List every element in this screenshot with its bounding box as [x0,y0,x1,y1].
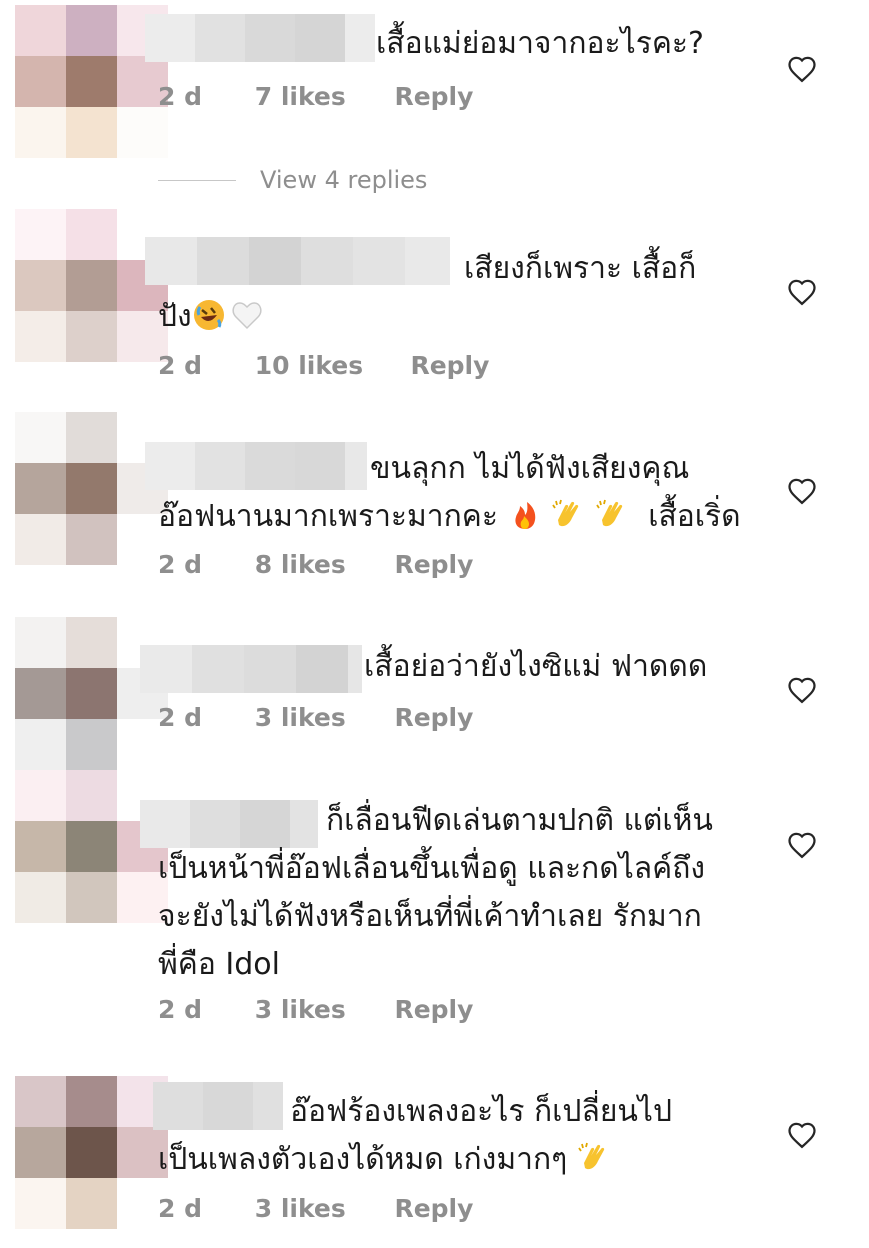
like-count[interactable]: 10 likes [255,351,402,380]
comment-text-line: อ๊อฟนานมากเพราะมากคะ [158,499,498,534]
white-heart-emoji [232,302,262,330]
reply-button[interactable]: Reply [394,995,473,1024]
comment-meta: 2 d 7 likes Reply [158,82,473,111]
comment-meta: 2 d 3 likes Reply [158,995,473,1024]
avatar[interactable] [15,617,168,770]
heart-outline-icon[interactable] [787,477,817,505]
comment-text-line: พี่คือ Idol [158,947,280,982]
reply-button[interactable]: Reply [394,550,473,579]
username-redacted[interactable] [140,645,362,693]
view-replies-label[interactable]: View 4 replies [260,166,427,194]
reply-button[interactable]: Reply [394,1194,473,1223]
heart-outline-icon[interactable] [787,676,817,704]
comment-text-line: ปัง [158,299,192,334]
comment-text-line: ก็เลื่อนฟีดเล่นตามปกติ แต่เห็น [326,803,713,838]
comment-text-line: ขนลุกก ไม่ได้ฟังเสียงคุณ [370,451,690,486]
like-count[interactable]: 8 likes [255,550,386,579]
comment-text-line: เป็นหน้าพี่อ๊อฟเลื่อนขึ้นเพื่อดู และกดไล… [158,851,706,886]
avatar[interactable] [15,209,168,362]
heart-outline-icon[interactable] [787,1121,817,1149]
like-count[interactable]: 7 likes [255,82,386,111]
comment-text-line: จะยังไม่ได้ฟังหรือเห็นที่พี่เค้าทำเลย รั… [158,899,702,934]
comment-text-line: อ๊อฟร้องเพลงอะไร ก็เปลี่ยนไป [290,1094,673,1129]
comment-age: 2 d [158,550,202,579]
reply-button[interactable]: Reply [394,703,473,732]
heart-outline-icon[interactable] [787,55,817,83]
comment-text: ก็เลื่อนฟีดเล่นตามปกติ แต่เห็น เป็นหน้าพ… [158,797,798,989]
comment-meta: 2 d 3 likes Reply [158,703,473,732]
comment-age: 2 d [158,351,202,380]
comment-meta: 2 d 3 likes Reply [158,1194,473,1223]
fire-emoji [514,502,535,529]
like-count[interactable]: 3 likes [255,1194,386,1223]
comment-age: 2 d [158,1194,202,1223]
clapping-hands-emoji [595,499,622,527]
divider [158,179,236,181]
comment-text: เสียงก็เพราะ เสื้อก็ ปัง [158,245,758,341]
comment-text-line: เสื้อย่อว่ายังไงซิแม่ ฟาดดด [364,649,708,684]
comment-age: 2 d [158,82,202,111]
comment-text: อ๊อฟร้องเพลงอะไร ก็เปลี่ยนไป เป็นเพลงตัว… [158,1088,778,1184]
like-count[interactable]: 3 likes [255,703,386,732]
comment-text-line: เสียงก็เพราะ เสื้อก็ [464,251,697,286]
comment-text: ขนลุกก ไม่ได้ฟังเสียงคุณ อ๊อฟนานมากเพราะ… [158,445,778,541]
reply-button[interactable]: Reply [410,351,489,380]
comment-meta: 2 d 8 likes Reply [158,550,473,579]
comment-age: 2 d [158,703,202,732]
comment-text-line: เป็นเพลงตัวเองได้หมด เก่งมากๆ [158,1142,568,1177]
rolling-laughing-emoji [193,300,224,330]
comment-text-line: เสื้อแม่ย่อมาจากอะไรคะ? [376,26,704,61]
comment-text-line: เสื้อเริ่ด [648,499,741,534]
comment-meta: 2 d 10 likes Reply [158,351,489,380]
username-redacted[interactable] [145,14,375,62]
clapping-hands-emoji [552,499,579,527]
avatar[interactable] [15,1076,168,1229]
comment-age: 2 d [158,995,202,1024]
view-replies-button[interactable]: View 4 replies [158,166,427,194]
reply-button[interactable]: Reply [394,82,473,111]
heart-outline-icon[interactable] [787,278,817,306]
heart-outline-icon[interactable] [787,831,817,859]
like-count[interactable]: 3 likes [255,995,386,1024]
clapping-hands-emoji [578,1142,604,1170]
